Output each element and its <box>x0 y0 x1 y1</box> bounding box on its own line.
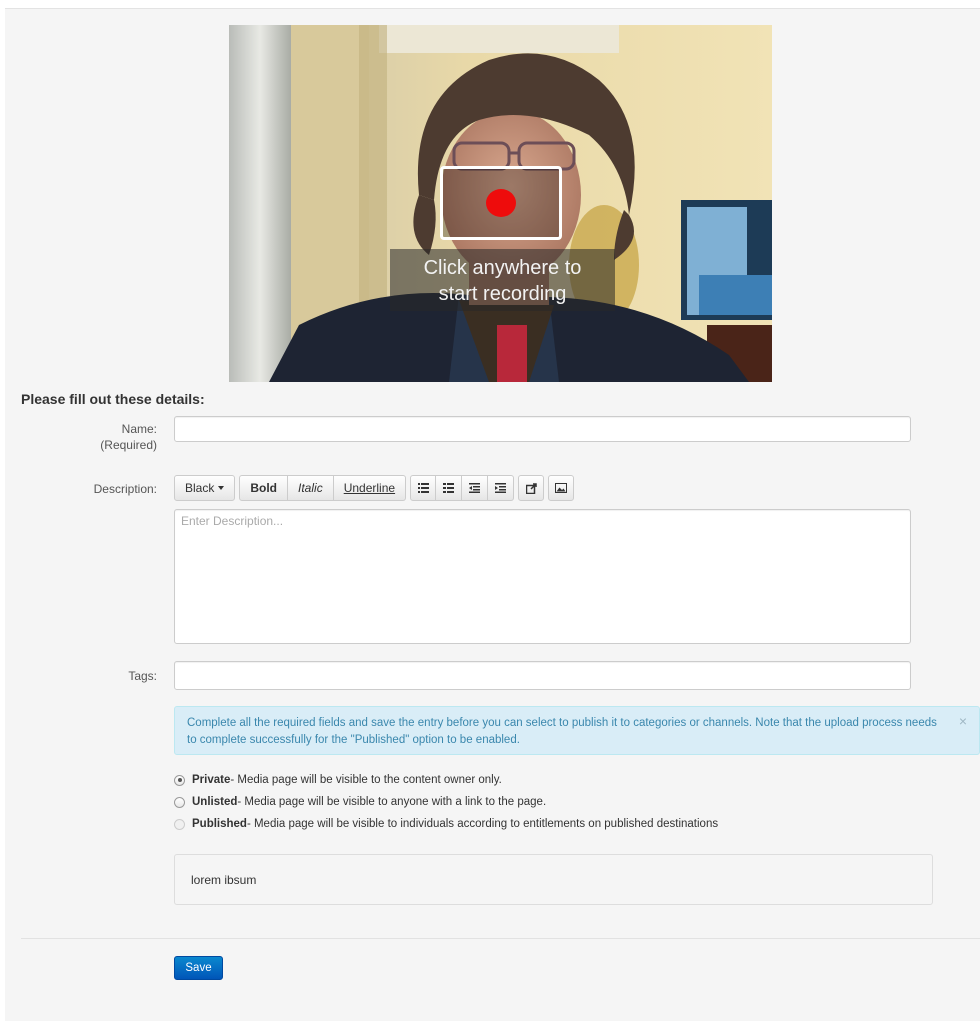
text-style-group: Bold Italic Underline <box>239 475 407 501</box>
radio-unlisted-desc: - Media page will be visible to anyone w… <box>237 796 547 808</box>
image-group <box>548 475 575 501</box>
name-label-group: Name: (Required) <box>17 421 157 453</box>
radio-published-control <box>174 818 185 830</box>
form-divider <box>21 938 980 939</box>
outdent-icon <box>469 483 481 493</box>
webcam-preview[interactable]: Click anywhere to start recording <box>229 25 772 382</box>
publish-info-alert: Complete all the required fields and sav… <box>174 706 980 755</box>
radio-private[interactable]: Private - Media page will be visible to … <box>174 774 502 786</box>
save-button[interactable]: Save <box>174 956 223 980</box>
font-color-group: Black <box>174 475 236 501</box>
caret-down-icon <box>218 486 225 490</box>
insert-image-button[interactable] <box>548 475 575 501</box>
tags-label: Tags: <box>128 669 157 683</box>
record-caption-line-2: start recording <box>438 283 567 305</box>
link-group <box>518 475 545 501</box>
radio-unlisted-control[interactable] <box>174 796 185 808</box>
record-caption-line-1: Click anywhere to <box>423 257 582 279</box>
radio-unlisted-label: Unlisted <box>192 796 238 808</box>
page: Click anywhere to start recording Please… <box>0 0 980 1021</box>
form-heading: Please fill out these details: <box>21 391 205 407</box>
underline-button[interactable]: Underline <box>333 475 407 501</box>
image-icon <box>555 483 568 493</box>
bold-button[interactable]: Bold <box>239 475 289 501</box>
radio-published-label: Published <box>192 818 247 830</box>
radio-private-desc: - Media page will be visible to the cont… <box>230 774 502 786</box>
ordered-list-icon <box>443 483 455 493</box>
ordered-list-button[interactable] <box>436 475 463 501</box>
unordered-list-button[interactable] <box>410 475 437 501</box>
font-color-label: Black <box>185 481 215 495</box>
record-frame[interactable] <box>440 166 562 240</box>
indent-icon <box>495 483 507 493</box>
upload-panel: Click anywhere to start recording Please… <box>5 8 980 1021</box>
alert-text: Complete all the required fields and sav… <box>187 717 937 746</box>
radio-unlisted[interactable]: Unlisted - Media page will be visible to… <box>174 796 546 808</box>
link-share-icon <box>525 482 537 494</box>
indent-button[interactable] <box>488 475 515 501</box>
name-label: Name: <box>121 422 157 436</box>
record-caption[interactable]: Click anywhere to start recording <box>390 249 615 311</box>
font-color-dropdown[interactable]: Black <box>174 475 236 501</box>
note-box: lorem ibsum <box>174 854 933 905</box>
unordered-list-icon <box>417 483 429 493</box>
name-input[interactable] <box>174 416 911 442</box>
description-textarea[interactable] <box>174 509 911 644</box>
italic-button[interactable]: Italic <box>288 475 334 501</box>
description-toolbar: Black Bold Italic Underline <box>174 475 578 501</box>
link-share-button[interactable] <box>518 475 545 501</box>
close-icon[interactable]: × <box>959 713 967 730</box>
description-label: Description: <box>93 482 157 496</box>
tags-input[interactable] <box>174 661 911 690</box>
radio-private-label: Private <box>192 774 231 786</box>
outdent-button[interactable] <box>462 475 489 501</box>
list-indent-group <box>410 475 515 501</box>
radio-published: Published - Media page will be visible t… <box>174 818 718 830</box>
record-dot-icon[interactable] <box>486 189 516 217</box>
name-required-label: (Required) <box>100 438 157 452</box>
note-text: lorem ibsum <box>191 873 257 887</box>
radio-published-desc: - Media page will be visible to individu… <box>246 818 719 830</box>
radio-private-control[interactable] <box>174 774 185 786</box>
